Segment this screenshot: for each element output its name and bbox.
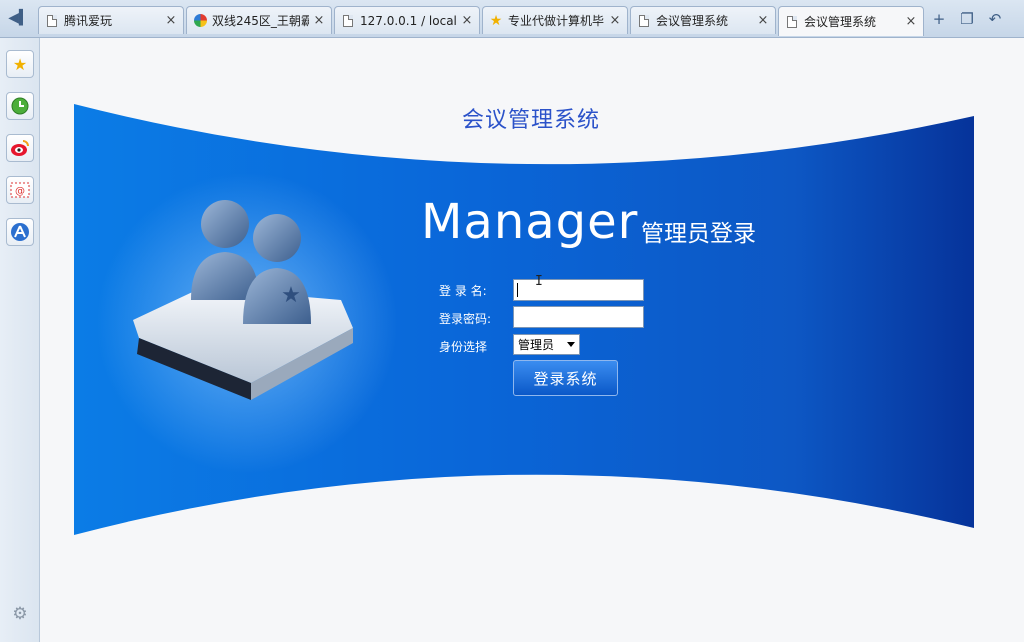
tab-tencent[interactable]: 腾讯爱玩 × xyxy=(38,6,184,34)
tab-starred[interactable]: ★ 专业代做计算机毕 × xyxy=(482,6,628,34)
document-icon xyxy=(341,14,355,28)
document-icon xyxy=(45,14,59,28)
page-title: 会议管理系统 xyxy=(461,108,600,133)
username-label: 登 录 名: xyxy=(439,284,487,298)
document-icon xyxy=(785,15,799,29)
password-label: 登录密码: xyxy=(439,312,492,326)
close-icon[interactable]: × xyxy=(905,14,917,29)
history-clock-icon[interactable] xyxy=(6,92,34,120)
browser-sidebar: ★ @ ⚙ xyxy=(0,38,40,642)
settings-gear-icon[interactable]: ⚙ xyxy=(10,604,30,624)
weibo-icon[interactable] xyxy=(6,134,34,162)
tab-label: 会议管理系统 xyxy=(656,14,729,28)
svg-text:@: @ xyxy=(15,186,25,197)
role-label: 身份选择 xyxy=(439,340,488,354)
tab-label: 专业代做计算机毕 xyxy=(508,14,605,28)
hero-title: Manager xyxy=(421,194,639,250)
tab-label: 双线245区_王朝霸 xyxy=(212,14,309,28)
ie-icon xyxy=(193,14,207,28)
text-caret xyxy=(517,283,518,297)
tab-label: 会议管理系统 xyxy=(804,15,877,29)
chevron-down-icon xyxy=(567,342,575,347)
tab-game[interactable]: 双线245区_王朝霸 × xyxy=(186,6,332,34)
tab-meeting-active[interactable]: 会议管理系统 × xyxy=(778,6,924,36)
hero-subtitle: 管理员登录 xyxy=(641,221,756,247)
sidebar-toggle-icon[interactable]: ◀▍ xyxy=(4,6,34,30)
svg-text:★: ★ xyxy=(281,283,301,308)
star-icon: ★ xyxy=(489,12,503,29)
role-selected-value: 管理员 xyxy=(518,338,555,352)
browser-tab-bar: ◀▍ 腾讯爱玩 × 双线245区_王朝霸 × 127.0.0.1 / local… xyxy=(0,0,1024,38)
close-icon[interactable]: × xyxy=(461,13,473,28)
mail-icon[interactable]: @ xyxy=(6,176,34,204)
username-input[interactable] xyxy=(513,279,644,301)
login-button[interactable]: 登录系统 xyxy=(513,360,618,396)
new-tab-icon[interactable]: + xyxy=(928,8,950,30)
tab-label: 腾讯爱玩 xyxy=(64,14,113,28)
ibeam-cursor-icon: I xyxy=(535,274,543,289)
close-icon[interactable]: × xyxy=(609,13,621,28)
close-icon[interactable]: × xyxy=(757,13,769,28)
app-icon[interactable] xyxy=(6,218,34,246)
tab-localhost[interactable]: 127.0.0.1 / local × xyxy=(334,6,480,34)
password-input[interactable] xyxy=(513,306,644,328)
document-icon xyxy=(637,14,651,28)
tab-restore-icon[interactable]: ❐ xyxy=(956,8,978,30)
favorites-star-icon[interactable]: ★ xyxy=(6,50,34,78)
tab-label: 127.0.0.1 / local xyxy=(360,13,457,28)
undo-close-icon[interactable]: ↶ xyxy=(984,8,1006,30)
close-icon[interactable]: × xyxy=(313,13,325,28)
page-content: ★ 会议管理系统 Manager 管理员登录 登 录 名: I 登录密码: 身份… xyxy=(41,38,1024,642)
close-icon[interactable]: × xyxy=(165,13,177,28)
tab-meeting-1[interactable]: 会议管理系统 × xyxy=(630,6,776,34)
role-select[interactable]: 管理员 xyxy=(513,334,580,355)
